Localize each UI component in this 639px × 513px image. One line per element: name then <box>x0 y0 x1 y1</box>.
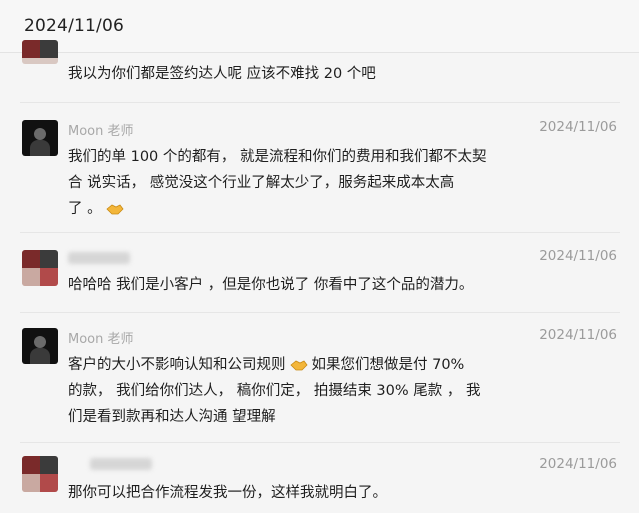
message-time: 2024/11/06 <box>539 456 617 472</box>
divider <box>20 232 620 233</box>
message-text: 哈哈哈 我们是小客户 ，但是你也说了 你看中了这个品的潜力。 <box>68 277 474 293</box>
message-line: 合 说实话， 感觉没这个行业了解太少了，服务起来成本太高 <box>68 175 455 191</box>
message-line: 了 。 <box>68 196 538 222</box>
message-line: 的款， 我们给你们达人， 稿你们定， 拍摄结束 30% 尾款 ， 我 <box>68 383 481 399</box>
divider <box>20 442 620 443</box>
avatar[interactable] <box>22 328 58 364</box>
sender-name: Moon 老师 <box>68 124 134 139</box>
avatar[interactable] <box>22 250 58 286</box>
divider <box>20 102 620 103</box>
message-time: 2024/11/06 <box>539 327 617 343</box>
message-1: 我以为你们都是签约达人呢 应该不难找 20 个吧 <box>0 40 639 102</box>
header-date: 2024/11/06 <box>24 16 124 36</box>
sender-name-blurred <box>68 252 130 264</box>
message-time: 2024/11/06 <box>539 248 617 264</box>
message-4: Moon 老师 2024/11/06 客户的大小不影响认知和公司规则 如果您们想做… <box>0 318 639 438</box>
divider <box>20 312 620 313</box>
message-line: 客户的大小不影响认知和公司规则 如果您们想做是付 70% <box>68 357 465 373</box>
message-3: 2024/11/06 哈哈哈 我们是小客户 ，但是你也说了 你看中了这个品的潜力… <box>0 238 639 308</box>
avatar[interactable] <box>22 40 58 64</box>
message-text: 我以为你们都是签约达人呢 应该不难找 20 个吧 <box>68 66 376 82</box>
message-2: Moon 老师 2024/11/06 我们的单 100 个的都有， 就是流程和你… <box>0 110 639 230</box>
message-5: 2024/11/06 那你可以把合作流程发我一份，这样我就明白了。 <box>0 446 639 513</box>
handshake-emoji-icon <box>106 204 124 215</box>
sender-name-blurred <box>90 458 152 470</box>
sender-name: Moon 老师 <box>68 332 134 347</box>
message-text: 那你可以把合作流程发我一份，这样我就明白了。 <box>68 485 387 501</box>
chat-header: 2024/11/06 <box>0 0 639 53</box>
avatar[interactable] <box>22 456 58 492</box>
message-text: 我们的单 100 个的都有， 就是流程和你们的费用和我们都不太契 合 说实话， … <box>68 144 538 222</box>
message-time: 2024/11/06 <box>539 119 617 135</box>
message-line: 我们的单 100 个的都有， 就是流程和你们的费用和我们都不太契 <box>68 149 487 165</box>
message-text: 客户的大小不影响认知和公司规则 如果您们想做是付 70% 的款， 我们给你们达人，… <box>68 352 538 430</box>
avatar[interactable] <box>22 120 58 156</box>
handshake-emoji-icon <box>289 360 308 371</box>
message-line: 们是看到款再和达人沟通 望理解 <box>68 409 276 425</box>
